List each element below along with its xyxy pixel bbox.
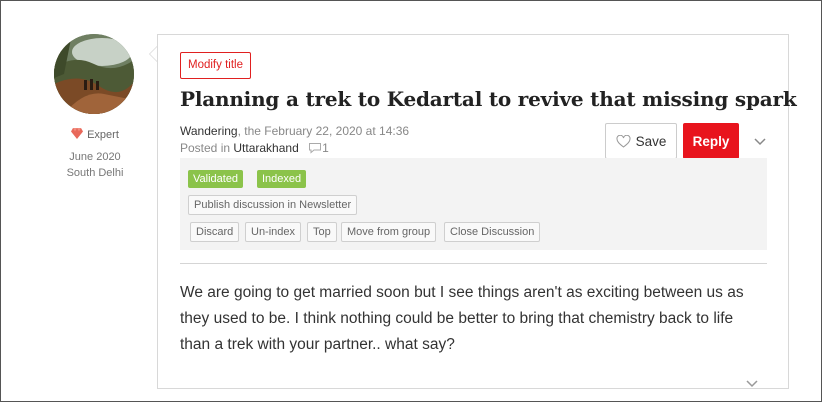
gem-icon bbox=[71, 128, 84, 139]
modify-title-button[interactable]: Modify title bbox=[180, 52, 251, 79]
reply-button[interactable]: Reply bbox=[683, 123, 739, 159]
discussion-title: Planning a trek to Kedartal to revive th… bbox=[180, 87, 797, 111]
author-rank: Expert bbox=[40, 128, 150, 141]
chevron-down-icon[interactable] bbox=[753, 136, 767, 146]
publish-newsletter-button[interactable]: Publish discussion in Newsletter bbox=[188, 195, 358, 215]
member-since-date: June 2020 bbox=[69, 151, 121, 163]
content-divider bbox=[180, 263, 767, 264]
author-info: June 2020 South Delhi bbox=[40, 149, 150, 181]
post-meta-author: Wandering, the February 22, 2020 at 14:3… bbox=[180, 124, 409, 138]
unindex-button[interactable]: Un-index bbox=[245, 222, 302, 242]
card-pointer-inner bbox=[150, 47, 157, 61]
indexed-badge: Indexed bbox=[257, 170, 307, 188]
avatar-photo bbox=[54, 34, 134, 114]
move-from-group-button[interactable]: Move from group bbox=[341, 222, 437, 242]
comment-count: 1 bbox=[322, 141, 329, 155]
region-link[interactable]: Uttarakhand bbox=[233, 141, 298, 155]
save-button[interactable]: Save bbox=[605, 123, 677, 159]
author-rank-label: Expert bbox=[87, 129, 119, 141]
author-location: South Delhi bbox=[66, 167, 124, 179]
author-avatar[interactable] bbox=[54, 34, 134, 114]
author-name-link[interactable]: Wandering bbox=[180, 124, 238, 138]
discussion-body: We are going to get married soon but I s… bbox=[180, 284, 744, 353]
validated-badge: Validated bbox=[188, 170, 244, 188]
comment-icon bbox=[309, 143, 322, 154]
heart-icon bbox=[616, 134, 631, 148]
discard-button[interactable]: Discard bbox=[190, 222, 240, 242]
close-discussion-button[interactable]: Close Discussion bbox=[444, 222, 541, 242]
posted-in-label: Posted in bbox=[180, 141, 234, 155]
post-meta-category: Posted in Uttarakhand 1 bbox=[180, 141, 329, 155]
save-button-label: Save bbox=[635, 133, 667, 149]
post-date: , the February 22, 2020 at 14:36 bbox=[237, 124, 410, 138]
expand-chevron-icon[interactable] bbox=[745, 378, 759, 388]
moderation-panel: Validated Indexed Publish discussion in … bbox=[180, 158, 767, 250]
top-button[interactable]: Top bbox=[307, 222, 337, 242]
